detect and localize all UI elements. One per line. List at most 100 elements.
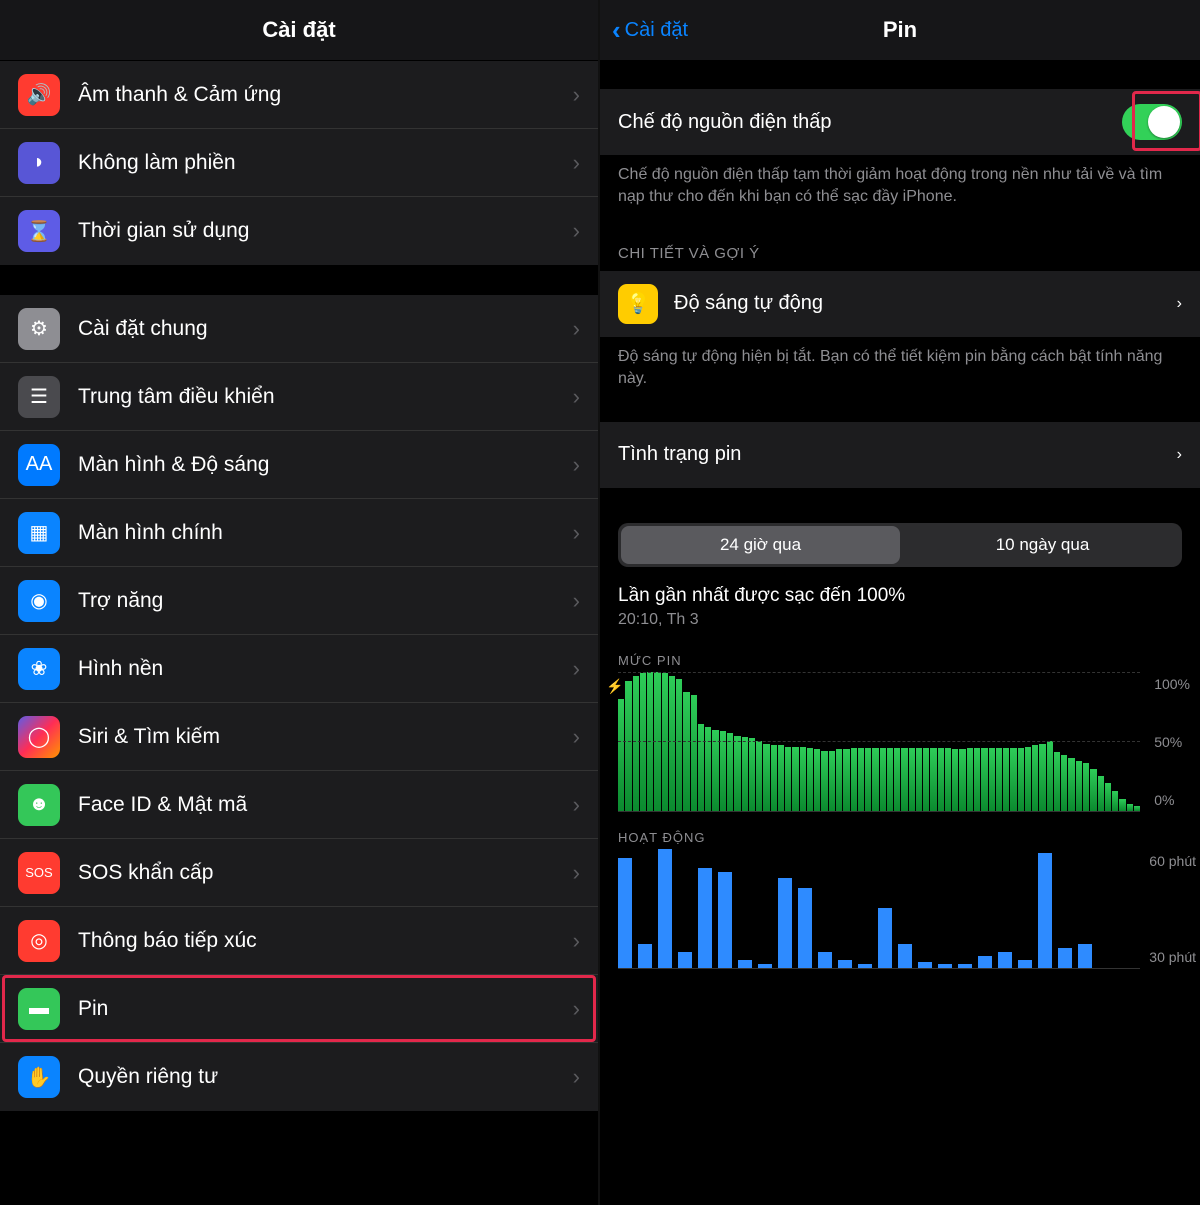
settings-row-label: Trợ năng xyxy=(78,589,573,613)
settings-row-battery[interactable]: ▬Pin› xyxy=(0,975,598,1043)
settings-header: Cài đặt xyxy=(0,0,598,60)
activity-bar xyxy=(878,908,892,968)
low-power-row[interactable]: Chế độ nguồn điện thấp xyxy=(600,89,1200,155)
moon-icon: ◗ xyxy=(18,142,60,184)
activity-bar xyxy=(638,944,652,968)
chevron-right-icon: › xyxy=(573,996,580,1022)
level-bar xyxy=(676,679,682,811)
wallpaper-icon: ❀ xyxy=(18,648,60,690)
activity-bar xyxy=(978,956,992,968)
level-bar xyxy=(749,738,755,810)
insights-header: CHI TIẾT VÀ GỢI Ý xyxy=(600,227,1200,270)
level-bar xyxy=(683,692,689,810)
level-bar xyxy=(1054,752,1060,810)
low-power-toggle[interactable] xyxy=(1122,104,1182,140)
activity-bar xyxy=(818,952,832,968)
level-bar xyxy=(1134,806,1140,810)
battery-title: Pin xyxy=(883,17,917,43)
battery-health-label: Tình trạng pin xyxy=(618,443,1177,466)
level-bar xyxy=(1083,763,1089,810)
level-bar xyxy=(763,744,769,811)
chevron-right-icon: › xyxy=(1177,295,1182,313)
level-bar xyxy=(1018,748,1024,811)
settings-row-exposure[interactable]: ◎Thông báo tiếp xúc› xyxy=(0,907,598,975)
auto-brightness-row[interactable]: 💡 Độ sáng tự động › xyxy=(600,271,1200,337)
back-label: Cài đặt xyxy=(625,19,688,42)
chevron-right-icon: › xyxy=(573,860,580,886)
level-bar xyxy=(705,727,711,810)
level-bar xyxy=(996,748,1002,811)
axis-tick: 60 phút xyxy=(1149,853,1196,869)
activity-bar xyxy=(738,960,752,968)
settings-row-screentime[interactable]: ⌛Thời gian sử dụng› xyxy=(0,197,598,265)
settings-row-label: Màn hình chính xyxy=(78,521,573,545)
activity-bar xyxy=(858,964,872,968)
level-bar xyxy=(930,748,936,811)
back-button[interactable]: ‹ Cài đặt xyxy=(612,0,688,60)
settings-row-sound[interactable]: 🔊Âm thanh & Cảm ứng› xyxy=(0,61,598,129)
level-bar xyxy=(654,672,660,811)
chevron-right-icon: › xyxy=(573,656,580,682)
text-size-icon: AA xyxy=(18,444,60,486)
level-chart: ⚡ 100%50%0% xyxy=(600,672,1200,812)
level-bar xyxy=(923,748,929,811)
level-bar xyxy=(952,749,958,810)
level-bar xyxy=(807,748,813,811)
level-bar xyxy=(647,672,653,811)
settings-row-controlcenter[interactable]: ☰Trung tâm điều khiển› xyxy=(0,363,598,431)
time-range-segmented: 24 giờ qua 10 ngày qua xyxy=(618,523,1182,567)
settings-row-accessibility[interactable]: ◉Trợ năng› xyxy=(0,567,598,635)
accessibility-icon: ◉ xyxy=(18,580,60,622)
level-bar xyxy=(771,745,777,810)
hourglass-icon: ⌛ xyxy=(18,210,60,252)
settings-row-dnd[interactable]: ◗ Không làm phiền› xyxy=(0,129,598,197)
settings-row-general[interactable]: ⚙Cài đặt chung› xyxy=(0,295,598,363)
seg-24h[interactable]: 24 giờ qua xyxy=(621,526,900,564)
level-bar xyxy=(916,748,922,811)
settings-row-home[interactable]: ▦Màn hình chính› xyxy=(0,499,598,567)
level-bar xyxy=(1039,744,1045,811)
settings-row-label: Thời gian sử dụng xyxy=(78,219,573,243)
level-bar xyxy=(945,748,951,811)
level-bar xyxy=(865,748,871,811)
battery-health-row[interactable]: Tình trạng pin › xyxy=(600,422,1200,488)
settings-row-display[interactable]: AAMàn hình & Độ sáng› xyxy=(0,431,598,499)
level-bar xyxy=(1032,745,1038,810)
level-bar xyxy=(792,747,798,811)
settings-row-sos[interactable]: SOSSOS khẩn cấp› xyxy=(0,839,598,907)
chevron-right-icon: › xyxy=(573,792,580,818)
level-bar xyxy=(727,733,733,811)
chevron-right-icon: › xyxy=(573,82,580,108)
level-bar xyxy=(633,676,639,811)
settings-row-siri[interactable]: ◯Siri & Tìm kiếm› xyxy=(0,703,598,771)
hand-icon: ✋ xyxy=(18,1056,60,1098)
level-bar xyxy=(843,749,849,810)
level-bar xyxy=(967,748,973,811)
level-bar xyxy=(974,748,980,811)
activity-bar xyxy=(1038,853,1052,968)
settings-row-wallpaper[interactable]: ❀ Hình nền› xyxy=(0,635,598,703)
level-bar xyxy=(1127,804,1133,811)
settings-group-1: 🔊Âm thanh & Cảm ứng›◗Không làm phiền›⌛Th… xyxy=(0,60,598,266)
level-bar xyxy=(909,748,915,811)
activity-bar xyxy=(1078,944,1092,968)
activity-bar xyxy=(678,952,692,968)
auto-brightness-label: Độ sáng tự động xyxy=(674,292,1177,315)
settings-row-privacy[interactable]: ✋Quyền riêng tư› xyxy=(0,1043,598,1111)
seg-10d[interactable]: 10 ngày qua xyxy=(903,523,1182,567)
settings-pane: Cài đặt 🔊Âm thanh & Cảm ứng› ◗ Không làm p… xyxy=(0,0,600,1205)
level-bar xyxy=(698,724,704,810)
level-bar xyxy=(1068,758,1074,811)
level-bar xyxy=(880,748,886,811)
last-charge-line2: 20:10, Th 3 xyxy=(618,611,1182,629)
battery-icon: ▬ xyxy=(18,988,60,1030)
chevron-right-icon: › xyxy=(573,150,580,176)
level-bar xyxy=(1047,741,1053,811)
level-bar xyxy=(821,751,827,811)
settings-row-label: Hình nền xyxy=(78,657,573,681)
settings-row-label: Không làm phiền xyxy=(78,151,573,175)
settings-row-faceid[interactable]: ☻Face ID & Mật mã› xyxy=(0,771,598,839)
level-bar xyxy=(712,730,718,811)
activity-bar xyxy=(658,849,672,968)
activity-bar xyxy=(1018,960,1032,968)
